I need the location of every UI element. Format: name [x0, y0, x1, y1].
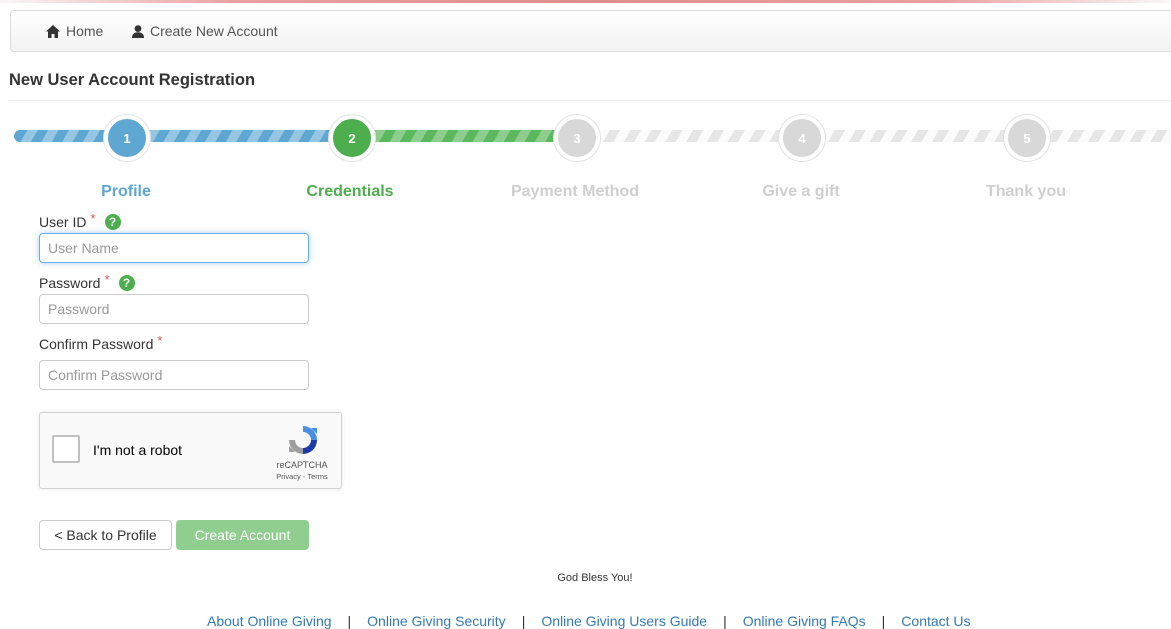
password-label-group: Password * ? [39, 271, 135, 291]
footer-separator: | [521, 613, 526, 629]
back-to-profile-button[interactable]: < Back to Profile [39, 520, 172, 550]
user-id-help-icon[interactable]: ? [104, 214, 121, 230]
progress-segment-6 [1040, 130, 1171, 142]
user-id-required-mark: * [90, 210, 96, 226]
password-required-mark: * [104, 271, 110, 287]
footer-contact-link[interactable]: Contact Us [901, 613, 970, 629]
nav-home-label: Home [66, 23, 104, 39]
step-5-label: Thank you [985, 183, 1066, 200]
home-icon [46, 24, 60, 38]
step-4-label: Give a gift [762, 183, 840, 200]
user-id-label: User ID [39, 214, 87, 230]
recaptcha-widget: I'm not a robot reCAPTCHA Privacy - Term… [39, 412, 342, 489]
footer-separator: | [881, 613, 886, 629]
confirm-password-label: Confirm Password [39, 336, 154, 352]
progress-segment-2 [140, 130, 340, 142]
top-accent-line [0, 0, 1171, 3]
breadcrumb-nav: Home Create New Account [10, 10, 1171, 52]
recaptcha-privacy-terms-links[interactable]: Privacy - Terms [268, 472, 336, 481]
footer-about-link[interactable]: About Online Giving [207, 613, 332, 629]
user-id-input[interactable] [39, 233, 309, 263]
registration-progress: 1 2 3 4 5 [0, 115, 1171, 161]
confirm-password-required-mark: * [157, 332, 163, 348]
step-3-label: Payment Method [510, 183, 639, 200]
password-help-icon[interactable]: ? [118, 275, 135, 291]
user-id-label-group: User ID * ? [39, 210, 121, 230]
progress-segment-1 [14, 130, 114, 142]
password-input[interactable] [39, 294, 309, 324]
step-4-circle: 4 [779, 115, 825, 161]
step-2-circle: 2 [329, 115, 375, 161]
user-icon [132, 24, 144, 38]
footer-faqs-link[interactable]: Online Giving FAQs [743, 613, 866, 629]
footer-security-link[interactable]: Online Giving Security [367, 613, 506, 629]
password-label: Password [39, 275, 101, 291]
create-account-button[interactable]: Create Account [176, 520, 309, 550]
nav-create-account-label: Create New Account [150, 23, 278, 39]
step-3-circle: 3 [554, 115, 600, 161]
progress-segment-3 [366, 130, 566, 142]
confirm-password-label-group: Confirm Password * [39, 332, 163, 353]
footer-separator: | [723, 613, 727, 629]
step-2-label: Credentials [306, 183, 394, 200]
footer-users-guide-link[interactable]: Online Giving Users Guide [541, 613, 707, 629]
footer-separator: | [347, 613, 352, 629]
progress-segment-5 [815, 130, 1015, 142]
step-1-circle: 1 [104, 115, 150, 161]
nav-home-link[interactable]: Home [46, 23, 103, 39]
recaptcha-brand: reCAPTCHA [276, 460, 328, 470]
footer-links: About Online Giving | Online Giving Secu… [207, 613, 971, 629]
recaptcha-logo-icon [289, 426, 317, 454]
page-title: New User Account Registration [9, 71, 256, 89]
nav-create-account-link[interactable]: Create New Account [132, 23, 278, 39]
recaptcha-label: I'm not a robot [93, 442, 183, 458]
confirm-password-input[interactable] [39, 360, 309, 390]
step-1-label: Profile [101, 183, 151, 200]
title-divider [9, 100, 1171, 101]
step-5-circle: 5 [1004, 115, 1050, 161]
blessing-text: God Bless You! [557, 572, 633, 584]
recaptcha-checkbox[interactable] [52, 435, 80, 463]
progress-segment-4 [590, 130, 790, 142]
